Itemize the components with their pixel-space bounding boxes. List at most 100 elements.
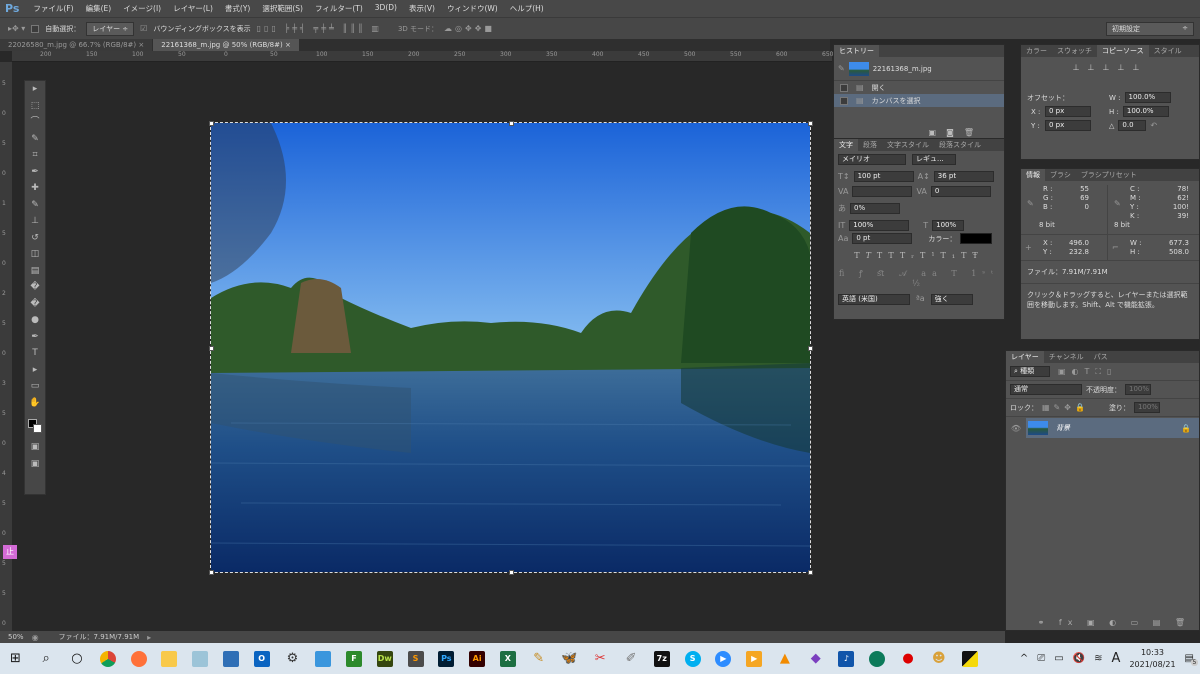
checkbox-checked-icon[interactable]: ☑ [140,24,147,33]
media-player-icon[interactable]: ▶ [742,643,766,674]
panel-tab[interactable]: 段落 [858,139,882,151]
fill-field[interactable]: 100% [1133,402,1160,413]
transform-handle[interactable] [209,345,214,351]
butterfly-icon[interactable]: 🦋 [557,643,581,674]
menu-item[interactable]: ファイル(F) [27,3,79,14]
start-windows-icon[interactable]: ⊞ [3,643,27,674]
settings-gear-icon[interactable]: ⚙ [280,643,304,674]
clone-x-field[interactable]: 0 px [1045,106,1091,117]
brush-tool-icon[interactable]: ✎ [25,197,45,214]
screen-mode-icon[interactable]: ▣ [25,456,45,473]
layers-footer-icons[interactable]: ⚭ fx ▣ ◐ ▭ ▤ 🗑 [1038,618,1191,627]
panel-tab[interactable]: パス [1089,351,1113,363]
opacity-field[interactable]: 100% [1125,384,1151,395]
search-icon[interactable]: ⌕ [34,643,58,674]
ftp-icon[interactable]: F [342,643,366,674]
status-menu-arrow[interactable]: ▸ [147,633,151,642]
wifi-icon[interactable]: ≋ [1094,653,1102,664]
tab-history[interactable]: ヒストリー [834,45,879,57]
horizontal-ruler[interactable]: 200 150 100 50 0 50 100 150 200 250 300 350 400 450 50… [12,51,833,62]
gradient-tool-icon[interactable]: ▤ [25,263,45,280]
app-green-icon[interactable] [865,643,889,674]
snipping-icon[interactable]: ✂ [588,643,612,674]
battery-icon[interactable]: ▭ [1054,653,1063,664]
notification-center-icon[interactable]: ▤ 5 [1185,653,1199,666]
text-color-swatch[interactable] [960,233,993,244]
move-tool-icon[interactable]: ▸✥ ▾ [8,24,25,33]
text-style-buttons[interactable]: TTTTTᵣT¹T₁TŦ [834,245,1004,266]
note-badge[interactable]: 止 [3,545,17,559]
antialias-select[interactable]: 強く [930,294,973,305]
paint-icon[interactable]: ✐ [619,643,643,674]
menu-item[interactable]: 書式(Y) [219,3,256,14]
zoom-icon[interactable]: ▶ [711,643,735,674]
color-swatches-icon[interactable] [25,417,45,439]
transform-handle[interactable] [209,570,214,575]
outlook-icon[interactable]: O [250,643,274,674]
zoom-level[interactable]: 50% [8,633,24,641]
menu-item[interactable]: フィルター(T) [309,3,369,14]
firefox-icon[interactable] [127,643,151,674]
menu-item[interactable]: ヘルプ(H) [504,3,550,14]
clone-y-field[interactable]: 0 px [1045,120,1091,131]
skype-icon[interactable]: S [681,643,705,674]
chrome-icon[interactable] [96,643,120,674]
menu-item[interactable]: ウィンドウ(W) [441,3,504,14]
music-icon[interactable]: ♪ [834,643,858,674]
menu-item[interactable]: 編集(E) [80,3,118,14]
hand-tool-icon[interactable]: ▭ [25,378,45,395]
font-style-select[interactable]: レギュ... [912,154,956,165]
document-tab[interactable]: 22161368_m.jpg @ 50% (RGB/8#) × [153,39,299,51]
show-hidden-icons[interactable]: ^ [1020,653,1028,664]
panel-tab[interactable]: スタイル [1149,45,1187,57]
panel-tab[interactable]: ブラシプリセット [1076,169,1142,181]
panel-tab[interactable]: カラー [1021,45,1052,57]
menu-item[interactable]: レイヤー(L) [167,3,219,14]
panel-tab[interactable]: コピーソース [1097,45,1149,57]
history-footer-icons[interactable]: ▣◙🗑 [929,128,984,137]
photoshop-icon[interactable]: Ps [434,643,458,674]
document-tab[interactable]: 22026580_m.jpg @ 66.7% (RGB/8#) × [0,39,153,51]
history-item[interactable]: ▤ 開く [834,81,1004,94]
shape-tool-icon[interactable]: ▸ [25,362,45,379]
menu-item[interactable]: 表示(V) [403,3,441,14]
baseline-shift-field[interactable]: 0 pt [852,233,913,244]
vlc-icon[interactable]: ▲ [773,643,797,674]
editor-icon[interactable]: ✎ [527,643,551,674]
type-tool-icon[interactable]: ✒ [25,329,45,346]
panel-tab[interactable]: レイヤー [1006,351,1044,363]
transform-handle[interactable] [808,570,813,575]
pen-tool-icon[interactable]: ● [25,312,45,329]
app-purple-icon[interactable]: ◆ [804,643,828,674]
auto-select-dropdown[interactable]: レイヤー ÷ [86,21,135,36]
close-tab-icon[interactable]: × [136,41,144,49]
record-icon[interactable]: ● [896,643,920,674]
sublime-icon[interactable]: S [404,643,428,674]
vertical-scale-field[interactable]: 100% [849,220,910,231]
document-canvas[interactable] [210,122,811,573]
clone-width-field[interactable]: 100.0% [1124,92,1171,103]
menu-item[interactable]: 選択範囲(S) [256,3,309,14]
font-size-field[interactable]: 100 pt [853,171,914,182]
file-explorer-icon[interactable] [157,643,181,674]
transform-handle[interactable] [508,570,514,575]
eyedropper-tool-icon[interactable]: ✒ [25,164,45,181]
leading-field[interactable]: 36 pt [933,171,994,182]
history-item[interactable]: ▤ カンバスを選択 [834,94,1004,107]
quick-mask-icon[interactable]: ▣ [25,439,45,456]
blend-mode-select[interactable]: 通常 [1010,384,1082,395]
excel-icon[interactable]: X [496,643,520,674]
contacts-icon[interactable] [311,643,335,674]
zoom-tool-icon[interactable]: ✋ [25,395,45,412]
layer-row[interactable]: 👁 背景 🔒 [1006,418,1199,438]
clone-source-buttons[interactable]: ⊥⊥⊥⊥⊥ [1021,57,1199,78]
7zip-icon[interactable]: 7z [650,643,674,674]
workspace-dropdown[interactable]: 初期設定 ÷ [1106,21,1194,36]
healing-tool-icon[interactable]: ✚ [25,180,45,197]
transform-handle[interactable] [808,121,813,126]
dodge-tool-icon[interactable]: � [25,296,45,313]
app-character-icon[interactable]: ☻ [927,643,951,674]
transform-handle[interactable] [209,121,214,126]
lasso-tool-icon[interactable]: ⌒ [25,114,45,131]
stamp-tool-icon[interactable]: ⊥ [25,213,45,230]
